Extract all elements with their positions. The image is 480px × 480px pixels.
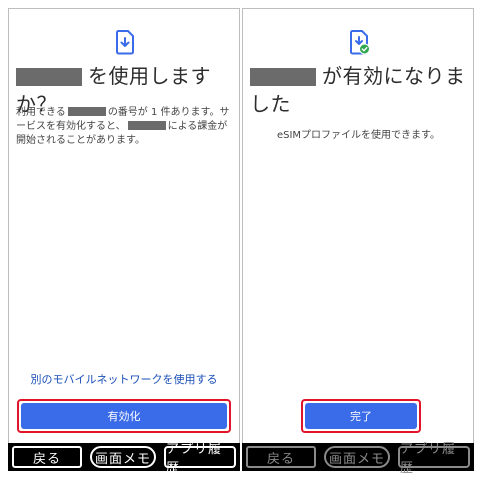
redacted-carrier-name	[127, 121, 166, 130]
use-other-network-link[interactable]: 別のモバイルネットワークを使用する	[9, 371, 239, 387]
activated-description: eSIMプロファイルを使用できます。	[276, 130, 441, 141]
navigation-bar-disabled: 戻る 画面メモ アプリ履歴	[242, 442, 474, 476]
esim-activated-screen: が有効になりました eSIMプロファイルを使用できます。 完了	[242, 8, 474, 446]
screen-memo-button[interactable]: 画面メモ	[324, 446, 390, 468]
screen-memo-button[interactable]: 画面メモ	[90, 446, 156, 468]
sim-download-check-icon	[350, 30, 370, 55]
redacted-carrier-name	[16, 68, 82, 86]
activation-description: 利用できる の番号が 1 件あります。サービスを有効化すると、 による課金が開始され…	[16, 107, 230, 146]
navigation-bar: 戻る 画面メモ アプリ履歴	[8, 442, 240, 476]
sim-download-icon	[116, 30, 134, 55]
app-history-button[interactable]: アプリ履歴	[164, 442, 236, 476]
app-history-button[interactable]: アプリ履歴	[398, 442, 470, 476]
redacted-carrier-name	[250, 68, 316, 86]
redacted-carrier-name	[67, 107, 106, 116]
back-button[interactable]: 戻る	[12, 446, 82, 468]
page-title: が有効になりました	[250, 64, 466, 116]
back-button[interactable]: 戻る	[246, 446, 316, 468]
highlight-frame: 完了	[301, 399, 421, 433]
done-button[interactable]: 完了	[305, 403, 417, 429]
screenshot-stage: を使用しますか？ 利用できる の番号が 1 件あります。サービスを有効化すると、に…	[0, 0, 480, 480]
activate-esim-screen: を使用しますか？ 利用できる の番号が 1 件あります。サービスを有効化すると、に…	[8, 8, 240, 446]
highlight-frame: 有効化	[17, 399, 231, 433]
activate-button[interactable]: 有効化	[21, 403, 227, 429]
